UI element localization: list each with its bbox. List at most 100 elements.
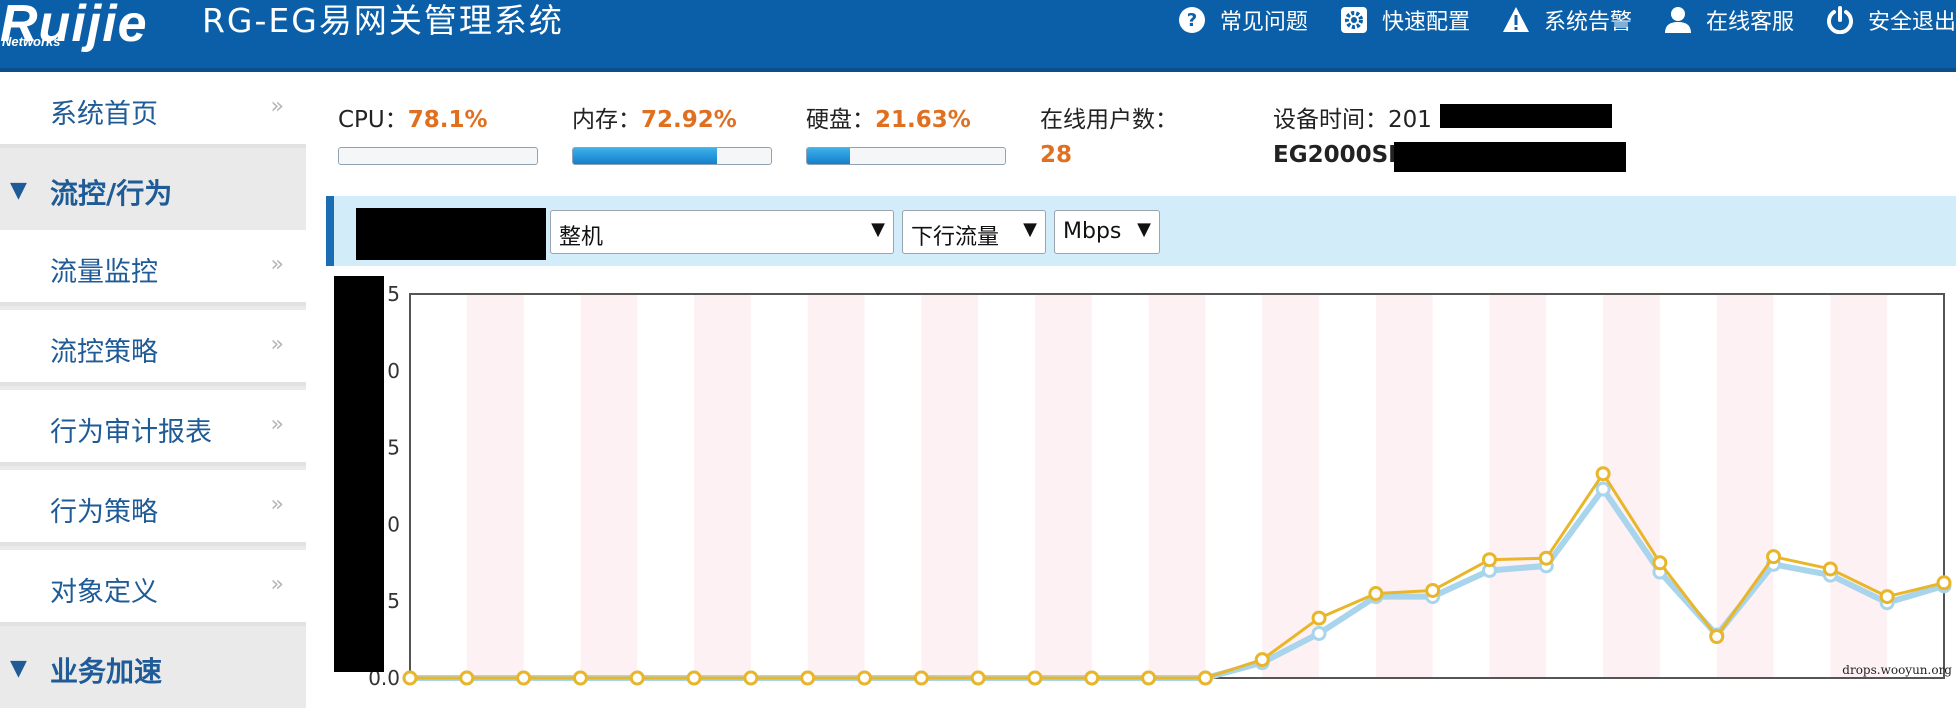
online-users-label: 在线用户数：: [1040, 107, 1178, 133]
sidebar-item-audit-report[interactable]: 行为审计报表 »: [0, 390, 306, 466]
data-point: [516, 670, 532, 686]
data-point: [1084, 670, 1100, 686]
redaction-bar: [356, 208, 546, 260]
gear-icon: [1340, 6, 1368, 34]
redaction-bar: [1394, 142, 1626, 172]
faq-label: 常见问题: [1219, 10, 1308, 35]
sidebar-item-flow-policy[interactable]: 流控策略 »: [0, 310, 306, 386]
triangle-down-icon: ▼: [10, 656, 27, 681]
chart-band: [1489, 294, 1547, 678]
sidebar-item-label: 流量监控: [50, 257, 158, 288]
chart-band: [1375, 294, 1433, 678]
quick-config-link[interactable]: 快速配置: [1340, 4, 1470, 36]
dropdown-arrow-icon: ▼: [871, 219, 885, 240]
data-point: [1595, 481, 1611, 497]
unit-select[interactable]: Mbps ▼: [1054, 210, 1160, 254]
data-point: [1027, 670, 1043, 686]
data-point: [1425, 582, 1441, 598]
traffic-chart: 5 0 5 0 5 0.0 drops.wooyun.org: [326, 266, 1956, 690]
sidebar-item-traffic-monitor[interactable]: 流量监控 »: [0, 230, 306, 306]
chevron-right-icon: »: [270, 94, 284, 119]
data-point: [1311, 610, 1327, 626]
chevron-right-icon: »: [270, 252, 284, 277]
y-tick-label: 5: [387, 282, 400, 306]
svg-text:?: ?: [1187, 10, 1197, 31]
sidebar-item-behavior-policy[interactable]: 行为策略 »: [0, 470, 306, 546]
chart-band: [921, 294, 979, 678]
sidebar-group-flow-control[interactable]: ▼ 流控/行为: [0, 154, 306, 230]
direction-select[interactable]: 下行流量 ▼: [902, 210, 1046, 254]
system-alert-link[interactable]: 系统告警: [1502, 4, 1632, 36]
direction-select-value: 下行流量: [911, 225, 1000, 250]
memory-bar-fill: [573, 148, 718, 164]
data-point: [1141, 670, 1157, 686]
sidebar-item-label: 行为审计报表: [50, 417, 212, 448]
sidebar: 系统首页 » ▼ 流控/行为 流量监控 » 流控策略 » 行为审计报表 » 行为…: [0, 72, 306, 708]
chart-band: [694, 294, 751, 678]
quick-config-label: 快速配置: [1381, 10, 1470, 35]
watermark-text: drops.wooyun.org: [1842, 663, 1952, 677]
data-point: [459, 670, 475, 686]
device-time-value: 201: [1388, 107, 1432, 133]
app-title: RG-EG易网关管理系统: [202, 1, 564, 40]
logo-networks-text: Networks: [2, 34, 61, 49]
sidebar-item-object-definition[interactable]: 对象定义 »: [0, 550, 306, 626]
data-point: [1879, 589, 1895, 605]
disk-value: 21.63%: [875, 107, 971, 133]
device-time-stat: 设备时间：201: [1273, 100, 1432, 134]
chart-band: [807, 294, 865, 678]
warning-icon: [1502, 6, 1530, 34]
chart-band: [580, 294, 638, 678]
sidebar-group-label: 流控/行为: [50, 177, 173, 210]
device-select[interactable]: 整机 ▼: [550, 210, 894, 254]
data-point: [800, 670, 816, 686]
power-icon: [1826, 6, 1854, 34]
device-select-value: 整机: [559, 225, 604, 250]
device-model-text: EG2000SE: [1273, 142, 1404, 168]
chart-band: [1830, 294, 1888, 678]
y-tick-label: 5: [387, 589, 400, 613]
online-users-value-row: 28: [1040, 142, 1072, 168]
data-point: [1538, 550, 1554, 566]
chart-band: [1148, 294, 1206, 678]
sidebar-item-home[interactable]: 系统首页 »: [0, 72, 306, 148]
redaction-bar: [1440, 104, 1612, 128]
chart-toolbar: 整机 ▼ 下行流量 ▼ Mbps ▼: [326, 196, 1956, 266]
faq-link[interactable]: ? 常见问题: [1178, 4, 1308, 36]
data-point: [857, 670, 873, 686]
device-time-label: 设备时间：: [1273, 107, 1388, 133]
data-point: [402, 670, 418, 686]
device-model: EG2000SE: [1273, 142, 1404, 168]
help-icon: ?: [1178, 6, 1206, 34]
y-tick-label: 0: [387, 512, 400, 536]
disk-label: 硬盘：: [806, 107, 875, 133]
chevron-right-icon: »: [270, 572, 284, 597]
dropdown-arrow-icon: ▼: [1023, 219, 1037, 240]
online-users-value: 28: [1040, 142, 1073, 168]
memory-bar: [572, 147, 772, 165]
system-alert-label: 系统告警: [1543, 10, 1632, 35]
data-point: [1652, 555, 1668, 571]
data-point: [1595, 466, 1611, 482]
cpu-label: CPU：: [338, 107, 408, 133]
chevron-right-icon: »: [270, 332, 284, 357]
data-point: [1197, 670, 1213, 686]
chart-band: [1034, 294, 1092, 678]
sidebar-group-label: 业务加速: [50, 655, 163, 688]
logout-link[interactable]: 安全退出: [1826, 4, 1956, 36]
cpu-value: 78.1%: [407, 107, 488, 133]
data-point: [629, 670, 645, 686]
disk-bar: [806, 147, 1006, 165]
logout-label: 安全退出: [1867, 10, 1956, 35]
unit-select-value: Mbps: [1063, 219, 1122, 244]
memory-label: 内存：: [572, 107, 641, 133]
sidebar-item-label: 流控策略: [50, 337, 158, 368]
memory-value: 72.92%: [641, 107, 737, 133]
data-point: [970, 670, 986, 686]
online-support-link[interactable]: 在线客服: [1664, 4, 1794, 36]
data-point: [743, 670, 759, 686]
data-point: [1368, 586, 1384, 602]
sidebar-group-acceleration[interactable]: ▼ 业务加速: [0, 632, 306, 708]
cpu-stat: CPU：78.1%: [338, 100, 488, 134]
data-point: [1936, 575, 1952, 591]
